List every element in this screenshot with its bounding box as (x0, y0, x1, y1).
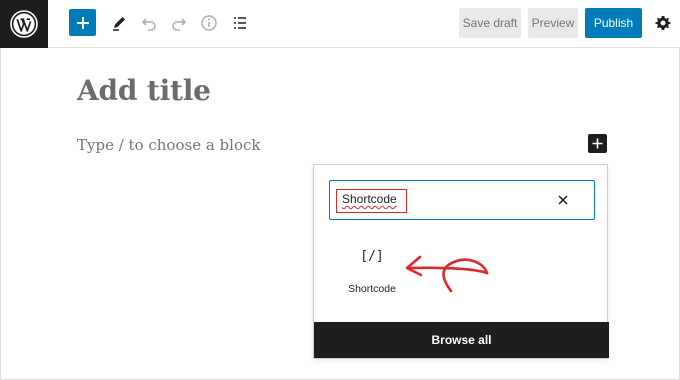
search-input-value: Shortcode (342, 192, 397, 206)
publish-button[interactable]: Publish (585, 8, 642, 38)
plus-icon (592, 138, 603, 149)
block-search-input[interactable]: Shortcode (329, 180, 595, 220)
add-block-button[interactable] (588, 134, 607, 153)
info-icon (201, 15, 217, 31)
settings-button[interactable] (652, 8, 674, 38)
wordpress-logo-icon[interactable] (0, 0, 48, 48)
details-button[interactable] (196, 8, 222, 38)
block-placeholder[interactable]: Type / to choose a block (77, 136, 260, 154)
save-draft-button[interactable]: Save draft (459, 8, 521, 38)
annotation-arrow-icon (405, 255, 489, 293)
block-result-label: Shortcode (348, 283, 396, 295)
tools-button[interactable] (106, 8, 132, 38)
block-inserter-button[interactable] (69, 9, 96, 36)
top-toolbar: Save draft Preview Publish (0, 0, 680, 48)
gear-icon (655, 16, 671, 30)
undo-icon (141, 18, 156, 31)
shortcode-icon: [/] (360, 249, 384, 264)
preview-button[interactable]: Preview (528, 8, 578, 38)
list-view-icon (234, 17, 246, 29)
clear-search-button[interactable] (554, 191, 572, 209)
post-title-placeholder[interactable]: Add title (77, 74, 211, 107)
close-icon (558, 195, 568, 205)
browse-all-button[interactable]: Browse all (314, 322, 609, 358)
plus-icon (76, 16, 89, 29)
undo-button[interactable] (136, 8, 162, 38)
redo-button[interactable] (166, 8, 192, 38)
redo-icon (172, 18, 187, 31)
pen-icon (113, 17, 125, 31)
block-inserter-popover: Shortcode [/] Shortcode Browse all (313, 164, 609, 359)
list-view-button[interactable] (227, 8, 253, 38)
